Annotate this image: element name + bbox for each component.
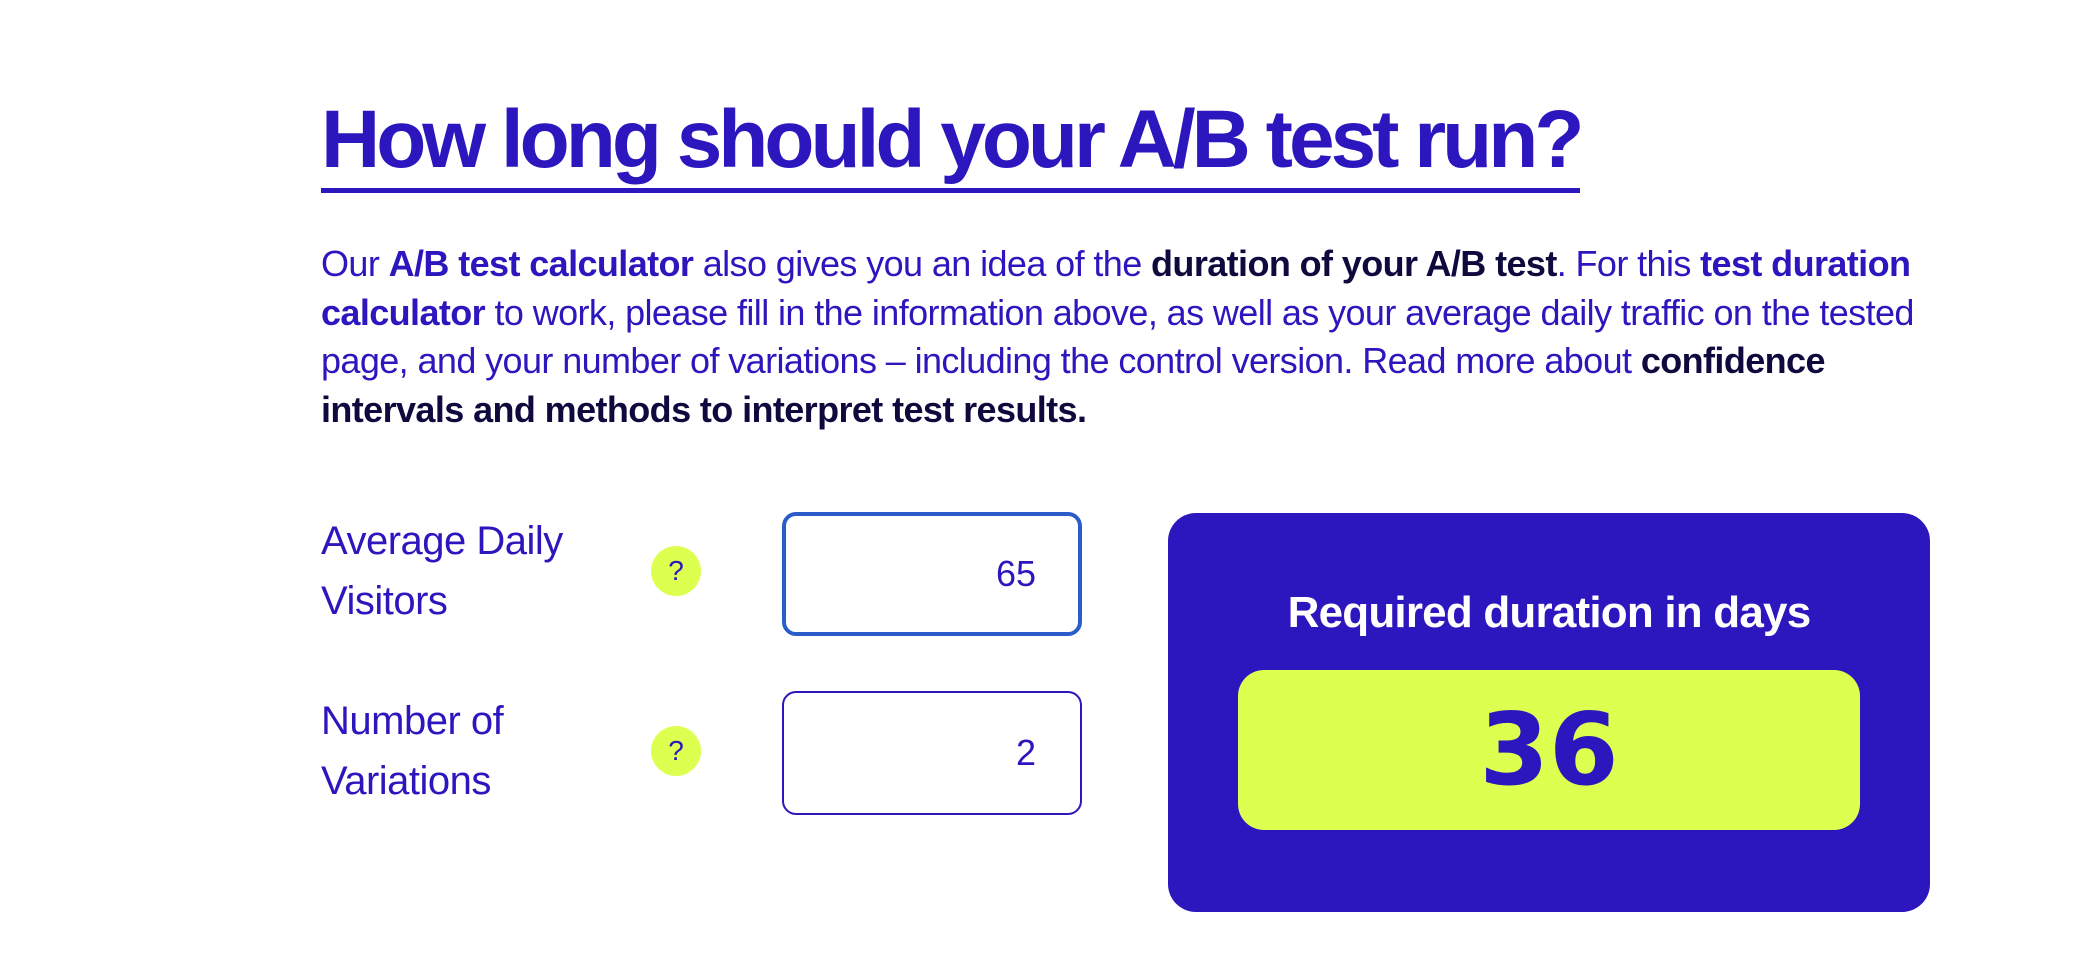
average-daily-visitors-input[interactable] [782, 512, 1082, 636]
required-duration-value: 36 [1479, 691, 1619, 808]
intro-bold-ab-calculator: A/B test calculator [388, 243, 694, 284]
page-title: How long should your A/B test run? [321, 92, 1584, 193]
intro-text: Our [321, 243, 389, 284]
result-value-box: 36 [1238, 670, 1860, 830]
average-daily-visitors-label: Average Daily Visitors [321, 519, 563, 623]
intro-bold-duration: duration of your A/B test [1151, 243, 1557, 284]
variations-help-icon[interactable]: ? [651, 726, 701, 776]
number-of-variations-label: Number of Variations [321, 699, 504, 803]
intro-paragraph: Our A/B test calculator also gives you a… [321, 240, 1921, 434]
result-title: Required duration in days [1287, 588, 1812, 637]
intro-text: also gives you an idea of the [693, 243, 1152, 284]
visitors-help-icon[interactable]: ? [651, 546, 701, 596]
result-panel: Required duration in days 36 [1168, 513, 1930, 912]
intro-text: . For this [1556, 243, 1701, 284]
number-of-variations-input[interactable] [782, 691, 1082, 815]
